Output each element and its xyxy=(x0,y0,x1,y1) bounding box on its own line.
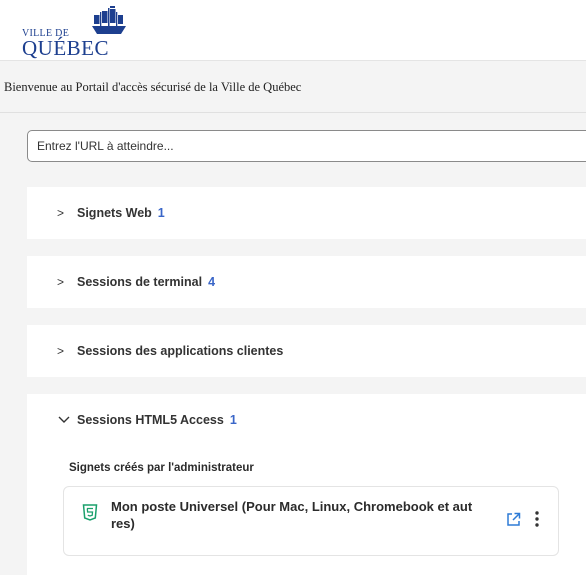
divider xyxy=(0,112,586,113)
bookmark-title-line1: Mon poste Universel (Pour Mac, Linux, Ch… xyxy=(111,499,473,514)
section-title: Sessions de terminal xyxy=(77,275,203,289)
chevron-right-icon: > xyxy=(57,344,65,358)
section-title: Sessions des applications clientes xyxy=(77,344,284,358)
ville-de-quebec-logo: VILLE DE QUÉBEC xyxy=(22,6,132,60)
chevron-right-icon: > xyxy=(57,206,65,220)
section-title: Sessions HTML5 Access xyxy=(77,413,224,427)
section-sessions-terminal[interactable]: > Sessions de terminal 4 xyxy=(27,256,586,308)
bookmark-title[interactable]: Mon poste Universel (Pour Mac, Linux, Ch… xyxy=(111,498,511,532)
section-count: 1 xyxy=(157,206,165,220)
app-header: VILLE DE QUÉBEC xyxy=(0,0,586,61)
bookmark-title-line2: res) xyxy=(111,516,135,531)
welcome-message: Bienvenue au Portail d'accès sécurisé de… xyxy=(4,80,302,94)
chevron-right-icon: > xyxy=(57,275,65,289)
html5-icon xyxy=(82,504,98,521)
bookmarks-subheading: Signets créés par l'administrateur xyxy=(69,462,254,474)
section-sessions-applications-clientes[interactable]: > Sessions des applications clientes xyxy=(27,325,586,377)
section-header[interactable]: > Sessions des applications clientes xyxy=(57,344,289,358)
section-title: Signets Web xyxy=(77,206,152,220)
section-count: 4 xyxy=(208,275,216,289)
bookmark-card[interactable]: Mon poste Universel (Pour Mac, Linux, Ch… xyxy=(63,486,559,556)
section-count: 1 xyxy=(229,413,237,427)
logo-line2: QUÉBEC xyxy=(22,36,109,60)
chevron-down-icon xyxy=(58,416,70,423)
main-content: Bienvenue au Portail d'accès sécurisé de… xyxy=(0,61,586,575)
section-header[interactable]: > Sessions de terminal 4 xyxy=(57,275,215,289)
ship-logo-icon xyxy=(92,6,126,34)
section-signets-web[interactable]: > Signets Web 1 xyxy=(27,187,586,239)
external-link-icon[interactable] xyxy=(506,512,521,527)
more-vertical-icon[interactable] xyxy=(534,510,540,528)
url-input[interactable] xyxy=(27,130,586,162)
section-sessions-html5-access: Sessions HTML5 Access 1 Signets créés pa… xyxy=(27,394,586,575)
section-header[interactable]: Sessions HTML5 Access 1 xyxy=(57,413,237,427)
section-header[interactable]: > Signets Web 1 xyxy=(57,206,165,220)
